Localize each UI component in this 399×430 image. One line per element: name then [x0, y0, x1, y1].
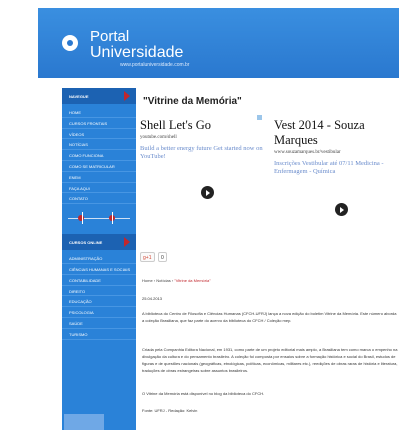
brand-line2[interactable]: Universidade: [90, 45, 183, 61]
sidebar-item-videos[interactable]: VÍDEOS: [62, 129, 136, 140]
sidebar-item-como-funciona[interactable]: COMO FUNCIONA: [62, 150, 136, 161]
breadcrumb: Home › Notícias › "Vitrine da Memória": [142, 278, 211, 283]
slider-dot-icon[interactable]: [78, 215, 84, 222]
ad-description[interactable]: Inscrições Vestibular até 07/11 Medicina…: [274, 160, 399, 176]
brand-url: www.portaluniversidade.com.br: [120, 62, 190, 68]
breadcrumb-current: "Vitrine da Memória": [174, 278, 211, 283]
sidebar-item-como-se-matricular[interactable]: COMO SE MATRICULAR: [62, 161, 136, 172]
ad-title[interactable]: Vest 2014 - Souza Marques: [274, 118, 399, 148]
article-paragraph: A biblioteca do Centro de Filosofia e Ci…: [142, 311, 397, 323]
sidebar-courses-heading[interactable]: CURSOS ONLINE: [62, 234, 136, 251]
ad-url[interactable]: www.souzamarques.br/vestibular: [274, 150, 399, 155]
ad-block[interactable]: Shell Let's Go youtube.com/shell Build a…: [140, 115, 268, 216]
ad-block[interactable]: Vest 2014 - Souza Marques www.souzamarqu…: [274, 118, 399, 216]
page-title: "Vitrine da Memória": [143, 96, 242, 107]
social-share-bar: g+1 0: [140, 252, 167, 263]
sidebar-course-saude[interactable]: SAÚDE: [62, 318, 136, 329]
ad-url[interactable]: youtube.com/shell: [140, 135, 268, 140]
sidebar-course-turismo[interactable]: TURISMO: [62, 329, 136, 340]
sidebar-nav-list: HOME CURSOS FRONTAIS VÍDEOS NOTÍCIAS COM…: [62, 104, 136, 205]
sidebar-courses-heading-label: CURSOS ONLINE: [69, 240, 103, 246]
sidebar-slider-area: [62, 204, 136, 235]
sidebar-course-psicologia[interactable]: PSICOLOGIA: [62, 307, 136, 318]
page: Portal Universidade www.portaluniversida…: [0, 0, 399, 430]
article-paragraph: O Vitrine da Memória está disponível no …: [142, 391, 265, 396]
article-source: Fonte: UFRJ - Redação: Kelvin: [142, 408, 198, 413]
sidebar-item-noticias[interactable]: NOTÍCIAS: [62, 139, 136, 151]
sidebar-course-administracao[interactable]: ADMINISTRAÇÃO: [62, 253, 136, 264]
breadcrumb-home[interactable]: Home: [142, 278, 153, 283]
article-paragraph: Criada pela Companhia Editora Nacional, …: [142, 347, 398, 373]
sidebar-item-faca-aqui[interactable]: FAÇA AQUI: [62, 183, 136, 194]
ad-title[interactable]: Shell Let's Go: [140, 118, 268, 133]
sidebar-course-contabilidade[interactable]: CONTABILIDADE: [62, 275, 136, 286]
ad-go-arrow-icon[interactable]: [335, 203, 348, 216]
slider-divider: [112, 212, 113, 225]
arrow-right-icon: [124, 237, 130, 248]
breadcrumb-section[interactable]: Notícias: [156, 278, 170, 283]
sidebar-item-contato[interactable]: CONTATO: [62, 193, 136, 205]
arrow-right-icon: [124, 91, 130, 101]
main-content: "Vitrine da Memória" Shell Let's Go yout…: [140, 88, 399, 430]
sidebar-item-enem[interactable]: ENEM: [62, 172, 136, 183]
site-header: Portal Universidade www.portaluniversida…: [38, 8, 399, 78]
sidebar-course-educacao[interactable]: EDUCAÇÃO: [62, 296, 136, 308]
slider-divider: [82, 212, 83, 225]
brand-line1[interactable]: Portal: [90, 29, 129, 44]
ad-go-arrow-icon[interactable]: [201, 186, 214, 199]
logo-icon[interactable]: [62, 35, 78, 51]
sidebar-main-heading-label: NAVEGUE: [69, 94, 89, 99]
sidebar-item-home[interactable]: HOME: [62, 107, 136, 118]
google-plus-button[interactable]: g+1: [140, 252, 155, 262]
sidebar: NAVEGUE HOME CURSOS FRONTAIS VÍDEOS NOTÍ…: [62, 88, 136, 430]
sidebar-courses-list: ADMINISTRAÇÃO CIÊNCIAS HUMANAS E SOCIAIS…: [62, 250, 136, 340]
ad-info-icon[interactable]: [257, 115, 262, 120]
sidebar-course-ciencias-humanas[interactable]: CIÊNCIAS HUMANAS E SOCIAIS: [62, 264, 136, 275]
article-date: 25.04.2013: [142, 296, 163, 301]
ad-description[interactable]: Build a better energy future Get started…: [140, 145, 268, 161]
share-count: 0: [158, 252, 167, 262]
sidebar-main-heading[interactable]: NAVEGUE: [62, 88, 136, 104]
sidebar-item-cursos-frontais[interactable]: CURSOS FRONTAIS: [62, 118, 136, 129]
sidebar-banner-image[interactable]: [64, 414, 104, 430]
sidebar-course-direito[interactable]: DIREITO: [62, 286, 136, 297]
